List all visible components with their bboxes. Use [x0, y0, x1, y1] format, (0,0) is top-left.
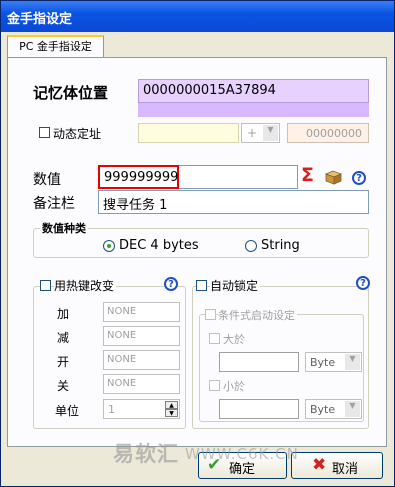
memory-address-label: 记忆体位置: [33, 84, 109, 102]
hotkey-checkbox[interactable]: [40, 280, 51, 291]
memory-address-underbar: [138, 103, 369, 117]
value-type-title: 数值种类: [40, 220, 88, 236]
less-checkbox[interactable]: [209, 380, 220, 391]
dynamic-address-checkbox[interactable]: [39, 127, 50, 138]
package-icon[interactable]: [324, 170, 343, 185]
hotkey-add-input[interactable]: NONE: [103, 302, 180, 322]
offset-input[interactable]: 00000000: [287, 123, 369, 143]
chevron-down-icon: ▼: [263, 125, 278, 141]
radio-dec-4-bytes-label: DEC 4 bytes: [119, 238, 199, 253]
hotkey-unit-label: 单位: [55, 404, 80, 418]
offset-operator-value: +: [247, 126, 258, 140]
hotkey-sub-label: 减: [57, 331, 70, 345]
autolock-checkbox[interactable]: [196, 280, 207, 291]
less-label: 小於: [223, 380, 245, 393]
chevron-down-icon: ▼: [345, 401, 360, 417]
autolock-help-icon[interactable]: ?: [356, 276, 370, 290]
watermark-logo: 易软汇: [113, 442, 179, 466]
hotkey-off-input[interactable]: NONE: [103, 374, 180, 394]
radio-dec-4-bytes[interactable]: [103, 240, 115, 252]
value-highlight-box: 999999999: [98, 165, 179, 189]
value-help-icon[interactable]: ?: [352, 171, 366, 185]
less-input[interactable]: [219, 399, 299, 419]
spinner-down-icon[interactable]: ▼: [165, 409, 178, 417]
less-unit-value: Byte: [310, 403, 336, 416]
note-label: 备注栏: [33, 196, 75, 212]
greater-checkbox[interactable]: [209, 333, 220, 344]
hotkey-on-input[interactable]: NONE: [103, 350, 180, 370]
watermark-url: WWW.C6K.CN: [185, 445, 299, 463]
spinner-up-icon[interactable]: ▲: [165, 401, 178, 409]
memory-address-value: 0000000015A37894: [143, 83, 276, 98]
hotkey-add-value: NONE: [107, 306, 137, 317]
hotkey-off-label: 关: [57, 379, 70, 393]
dialog-window: 金手指设定 PC 金手指设定 记忆体位置 0000000015A37894 动态…: [0, 0, 395, 487]
greater-label: 大於: [223, 333, 245, 346]
title-bar[interactable]: 金手指设定: [1, 1, 394, 32]
hotkey-unit-value: 1: [108, 403, 115, 416]
hotkey-checkbox-label: 用热键改变: [54, 277, 117, 294]
value-input-text: 999999999: [104, 170, 179, 185]
note-input[interactable]: 搜寻任务 1: [98, 190, 369, 214]
sigma-icon[interactable]: Σ: [301, 164, 314, 186]
dynamic-base-input[interactable]: [138, 123, 239, 143]
memory-address-field[interactable]: 0000000015A37894: [138, 79, 369, 103]
radio-string-label: String: [261, 238, 300, 253]
hotkey-unit-spinner[interactable]: 1 ▲ ▼: [103, 399, 180, 419]
hotkey-add-label: 加: [57, 307, 70, 321]
less-unit-select[interactable]: Byte ▼: [305, 399, 362, 419]
offset-operator-select[interactable]: + ▼: [241, 123, 280, 143]
greater-unit-value: Byte: [310, 356, 336, 369]
condition-label: 条件式启动设定: [218, 307, 297, 323]
hotkey-on-label: 开: [57, 355, 70, 369]
chevron-down-icon: ▼: [345, 354, 360, 370]
hotkey-help-icon[interactable]: ?: [164, 277, 178, 291]
cancel-x-icon: ✖: [312, 455, 327, 475]
value-label: 数值: [33, 172, 61, 188]
cancel-button[interactable]: ✖ 取消: [291, 452, 383, 479]
hotkey-sub-input[interactable]: NONE: [103, 326, 180, 346]
autolock-checkbox-label: 自动锁定: [210, 277, 261, 294]
tab-pc-cheat[interactable]: PC 金手指设定: [7, 35, 104, 57]
note-input-text: 搜寻任务 1: [103, 198, 168, 213]
radio-string[interactable]: [245, 240, 257, 252]
dynamic-address-label: 动态定址: [53, 127, 102, 141]
hotkey-off-value: NONE: [107, 378, 137, 389]
condition-checkbox[interactable]: [205, 309, 216, 320]
greater-input[interactable]: [219, 352, 299, 372]
window-title: 金手指设定: [7, 12, 73, 27]
greater-unit-select[interactable]: Byte ▼: [305, 352, 362, 372]
offset-value: 00000000: [306, 127, 362, 140]
tab-panel: 记忆体位置 0000000015A37894 动态定址 + ▼ 00000000…: [7, 57, 387, 447]
cancel-button-label: 取消: [332, 462, 359, 477]
hotkey-sub-value: NONE: [107, 330, 137, 341]
hotkey-on-value: NONE: [107, 354, 137, 365]
